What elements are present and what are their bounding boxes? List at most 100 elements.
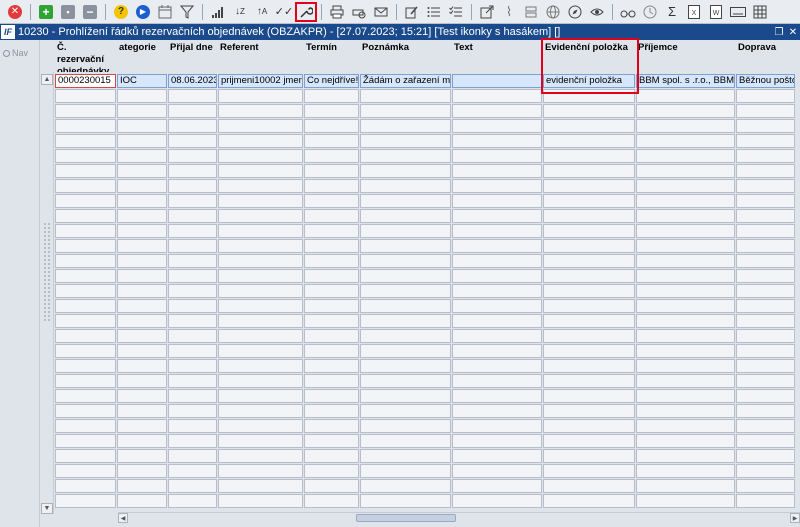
table-cell[interactable] — [218, 164, 303, 178]
globe-icon[interactable] — [542, 2, 564, 22]
table-cell[interactable] — [360, 404, 451, 418]
table-cell[interactable] — [736, 134, 795, 148]
table-cell[interactable] — [55, 149, 116, 163]
table-cell[interactable] — [452, 329, 542, 343]
table-cell[interactable] — [304, 254, 359, 268]
table-cell[interactable] — [360, 299, 451, 313]
list-icon[interactable] — [423, 2, 445, 22]
table-cell[interactable] — [636, 479, 735, 493]
table-cell[interactable] — [304, 464, 359, 478]
table-cell[interactable] — [117, 299, 167, 313]
table-cell[interactable] — [636, 314, 735, 328]
table-cell[interactable] — [636, 329, 735, 343]
table-row[interactable] — [55, 374, 800, 389]
table-row[interactable] — [55, 404, 800, 419]
table-cell[interactable] — [55, 494, 116, 508]
table-cell[interactable] — [218, 434, 303, 448]
table-cell[interactable]: prijmeni10002 jmeno1 — [218, 74, 303, 88]
keyboard-icon[interactable] — [727, 2, 749, 22]
table-cell[interactable] — [543, 329, 635, 343]
table-cell[interactable] — [452, 449, 542, 463]
table-row[interactable] — [55, 239, 800, 254]
table-row[interactable] — [55, 359, 800, 374]
table-cell[interactable] — [218, 479, 303, 493]
table-cell[interactable]: 08.06.2023 — [168, 74, 217, 88]
table-cell[interactable] — [304, 209, 359, 223]
table-cell[interactable] — [736, 479, 795, 493]
checklist-icon[interactable] — [445, 2, 467, 22]
eye-icon[interactable] — [586, 2, 608, 22]
table-cell[interactable] — [55, 464, 116, 478]
table-row[interactable] — [55, 179, 800, 194]
table-cell[interactable] — [543, 179, 635, 193]
table-cell[interactable] — [168, 134, 217, 148]
table-cell[interactable] — [736, 209, 795, 223]
table-cell[interactable] — [360, 494, 451, 508]
attachment-icon[interactable]: ⌇ — [498, 2, 520, 22]
close-red-icon[interactable]: ✕ — [4, 2, 26, 22]
table-cell[interactable] — [117, 269, 167, 283]
table-row[interactable] — [55, 449, 800, 464]
table-cell[interactable] — [168, 329, 217, 343]
table-cell[interactable] — [304, 179, 359, 193]
table-cell[interactable] — [452, 239, 542, 253]
table-cell[interactable] — [117, 239, 167, 253]
table-cell[interactable] — [543, 149, 635, 163]
table-cell[interactable] — [452, 494, 542, 508]
table-cell[interactable] — [168, 479, 217, 493]
table-cell[interactable] — [117, 224, 167, 238]
table-cell[interactable]: evidenční položka — [543, 74, 635, 88]
table-cell[interactable] — [736, 314, 795, 328]
table-cell[interactable] — [636, 374, 735, 388]
table-cell[interactable] — [543, 194, 635, 208]
table-cell[interactable] — [543, 119, 635, 133]
table-cell[interactable] — [636, 179, 735, 193]
table-cell[interactable] — [168, 239, 217, 253]
table-cell[interactable] — [168, 344, 217, 358]
table-cell[interactable] — [55, 434, 116, 448]
table-cell[interactable] — [360, 149, 451, 163]
horizontal-scrollbar[interactable]: ◀ ▶ — [118, 512, 800, 523]
table-cell[interactable] — [218, 494, 303, 508]
table-cell[interactable] — [452, 194, 542, 208]
table-cell[interactable] — [543, 239, 635, 253]
table-cell[interactable] — [360, 449, 451, 463]
column-header[interactable]: Doprava — [737, 40, 797, 72]
table-cell[interactable] — [543, 254, 635, 268]
table-row[interactable] — [55, 419, 800, 434]
table-cell[interactable] — [218, 134, 303, 148]
table-cell[interactable] — [117, 479, 167, 493]
table-cell[interactable] — [736, 419, 795, 433]
table-row[interactable] — [55, 314, 800, 329]
table-cell[interactable] — [543, 209, 635, 223]
table-cell[interactable] — [543, 494, 635, 508]
table-cell[interactable] — [360, 314, 451, 328]
table-cell[interactable] — [736, 104, 795, 118]
table-cell[interactable] — [736, 494, 795, 508]
table-cell[interactable] — [736, 89, 795, 103]
table-cell[interactable] — [736, 434, 795, 448]
split-icon[interactable] — [520, 2, 542, 22]
table-cell[interactable] — [117, 119, 167, 133]
table-cell[interactable] — [452, 179, 542, 193]
table-cell[interactable] — [736, 374, 795, 388]
help-icon[interactable]: ? — [110, 2, 132, 22]
table-cell[interactable] — [636, 299, 735, 313]
table-cell[interactable] — [168, 314, 217, 328]
table-cell[interactable] — [117, 449, 167, 463]
print-icon[interactable] — [326, 2, 348, 22]
table-cell[interactable] — [55, 479, 116, 493]
table-cell[interactable] — [543, 479, 635, 493]
table-cell[interactable] — [168, 269, 217, 283]
table-cell[interactable] — [168, 179, 217, 193]
table-cell[interactable] — [360, 479, 451, 493]
table-cell[interactable] — [55, 449, 116, 463]
table-cell[interactable] — [636, 224, 735, 238]
scroll-right-icon[interactable]: ▶ — [790, 513, 800, 523]
clock-icon[interactable] — [639, 2, 661, 22]
table-cell[interactable] — [168, 449, 217, 463]
table-cell[interactable] — [360, 89, 451, 103]
table-cell[interactable] — [543, 464, 635, 478]
table-cell[interactable] — [736, 464, 795, 478]
table-cell[interactable] — [636, 284, 735, 298]
